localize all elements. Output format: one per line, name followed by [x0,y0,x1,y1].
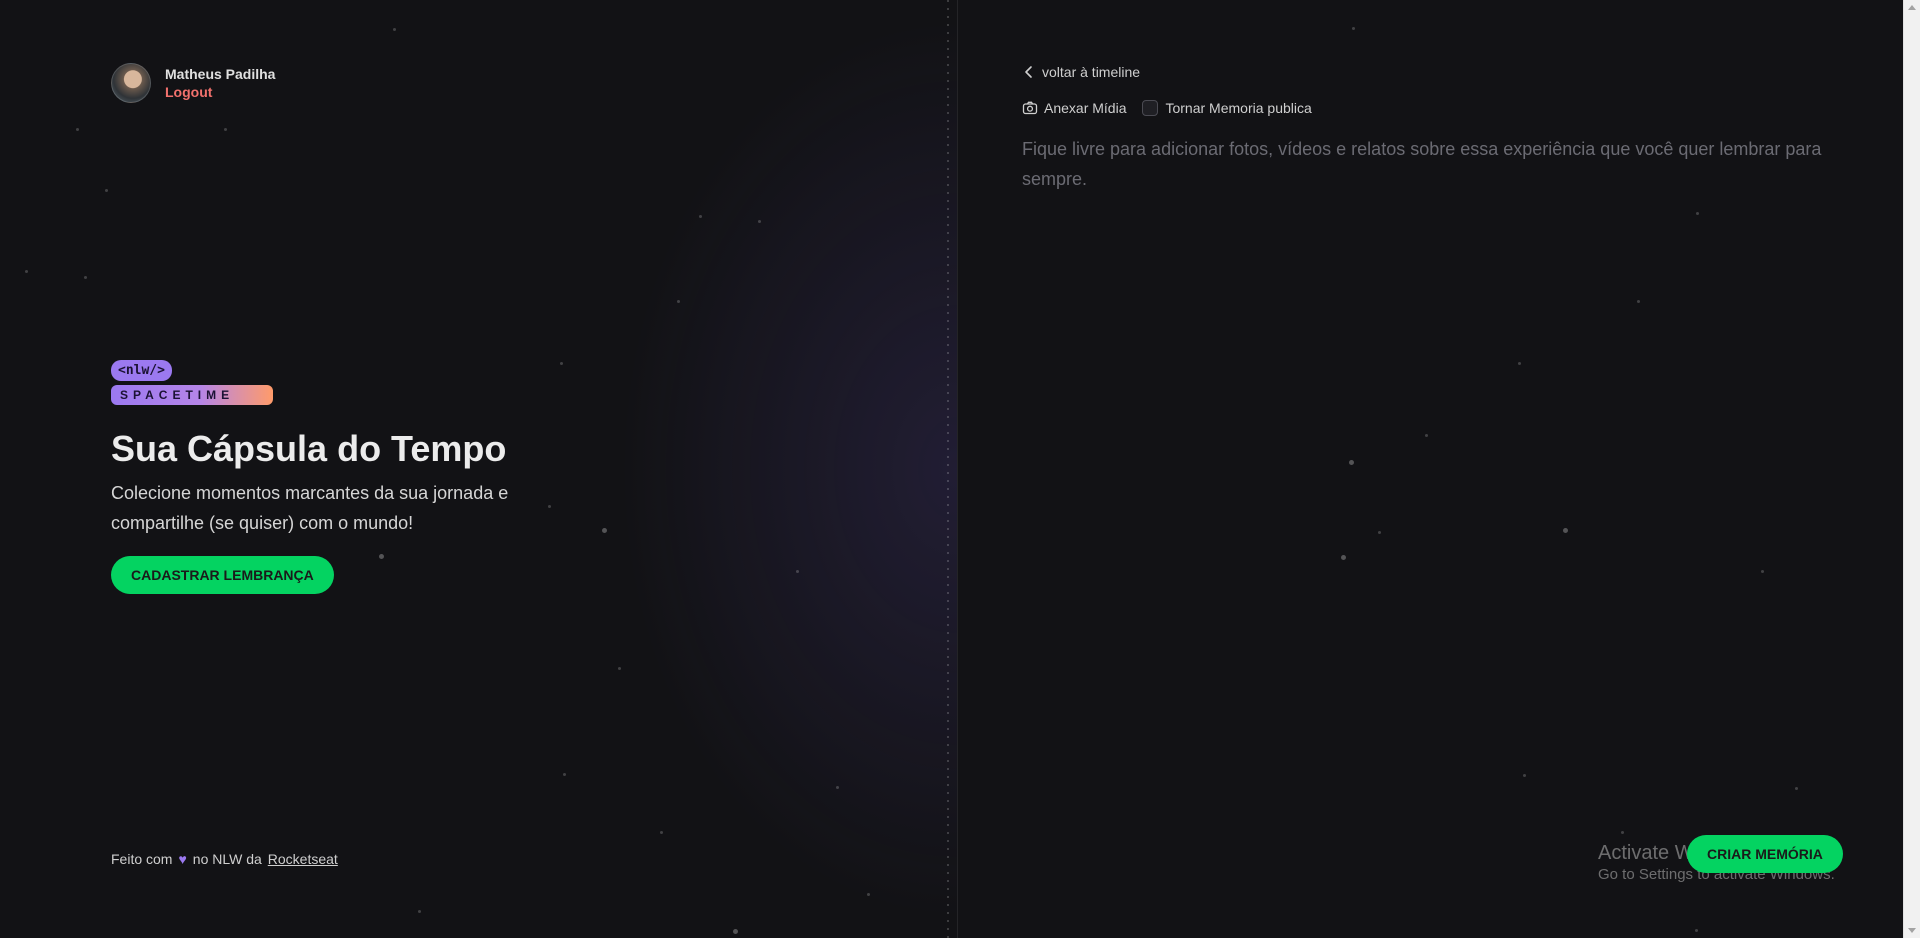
hero-subtitle: Colecione momentos marcantes da sua jorn… [111,483,509,533]
public-memory-toggle[interactable]: Tornar Memoria publica [1142,100,1312,116]
star [867,893,870,896]
star [836,786,839,789]
memory-content-textarea[interactable] [1022,134,1842,634]
star [733,929,738,934]
star [677,300,680,303]
footer-middle: no NLW da [192,851,262,867]
star [618,667,621,670]
back-label: voltar à timeline [1042,64,1141,80]
star [1621,831,1624,834]
criar-memoria-button[interactable]: CRIAR MEMÓRIA [1687,835,1843,873]
user-name: Matheus Padilha [165,66,276,82]
star [1523,774,1526,777]
star [418,910,421,913]
logout-link[interactable]: Logout [165,83,275,101]
cadastrar-lembranca-button[interactable]: CADASTRAR LEMBRANÇA [111,556,334,594]
star [224,128,227,131]
star [393,28,396,31]
page-scrollbar[interactable] [1903,0,1920,938]
chevron-left-icon [1025,66,1032,78]
scroll-down-arrow-icon[interactable] [1908,928,1916,933]
star [105,189,108,192]
star [602,528,607,533]
star [699,215,702,218]
star [379,554,384,559]
user-profile: Matheus Padilha Logout [111,63,275,103]
star [758,220,761,223]
footer: Feito com ♥ no NLW da Rocketseat [111,851,338,867]
star [660,831,663,834]
right-panel: voltar à timeline Anexar Mídia Tornar Me… [958,0,1920,938]
footer-prefix: Feito com [111,851,173,867]
attach-media-label: Anexar Mídia [1044,100,1127,116]
left-panel: Matheus Padilha Logout <nlw/> SPACETIME … [0,0,958,938]
star [563,773,566,776]
star [1352,27,1355,30]
public-memory-checkbox[interactable] [1142,100,1159,116]
scroll-up-arrow-icon[interactable] [1908,5,1916,10]
public-memory-label: Tornar Memoria publica [1165,100,1312,116]
form-toolbar: Anexar Mídia Tornar Memoria publica [1022,100,1312,116]
avatar[interactable] [111,63,151,103]
camera-icon [1022,101,1038,115]
app-root: Matheus Padilha Logout <nlw/> SPACETIME … [0,0,1920,938]
star [548,505,551,508]
star [84,276,87,279]
star [796,570,799,573]
rocketseat-link[interactable]: Rocketseat [268,851,338,867]
star [25,270,28,273]
star [560,362,563,365]
logo-wordmark: SPACETIME [111,385,273,405]
heart-icon: ♥ [178,851,187,867]
hero-title: Sua Cápsula do Tempo [111,428,507,469]
attach-media-button[interactable]: Anexar Mídia [1022,100,1126,116]
back-to-timeline-link[interactable]: voltar à timeline [1022,64,1140,80]
star [76,128,79,131]
logo-tag: <nlw/> [111,360,172,381]
star [1695,929,1698,932]
user-info: Matheus Padilha Logout [165,65,275,101]
spacetime-logo: <nlw/> SPACETIME [111,360,273,405]
star [1795,787,1798,790]
panel-divider-stripes [947,0,949,938]
